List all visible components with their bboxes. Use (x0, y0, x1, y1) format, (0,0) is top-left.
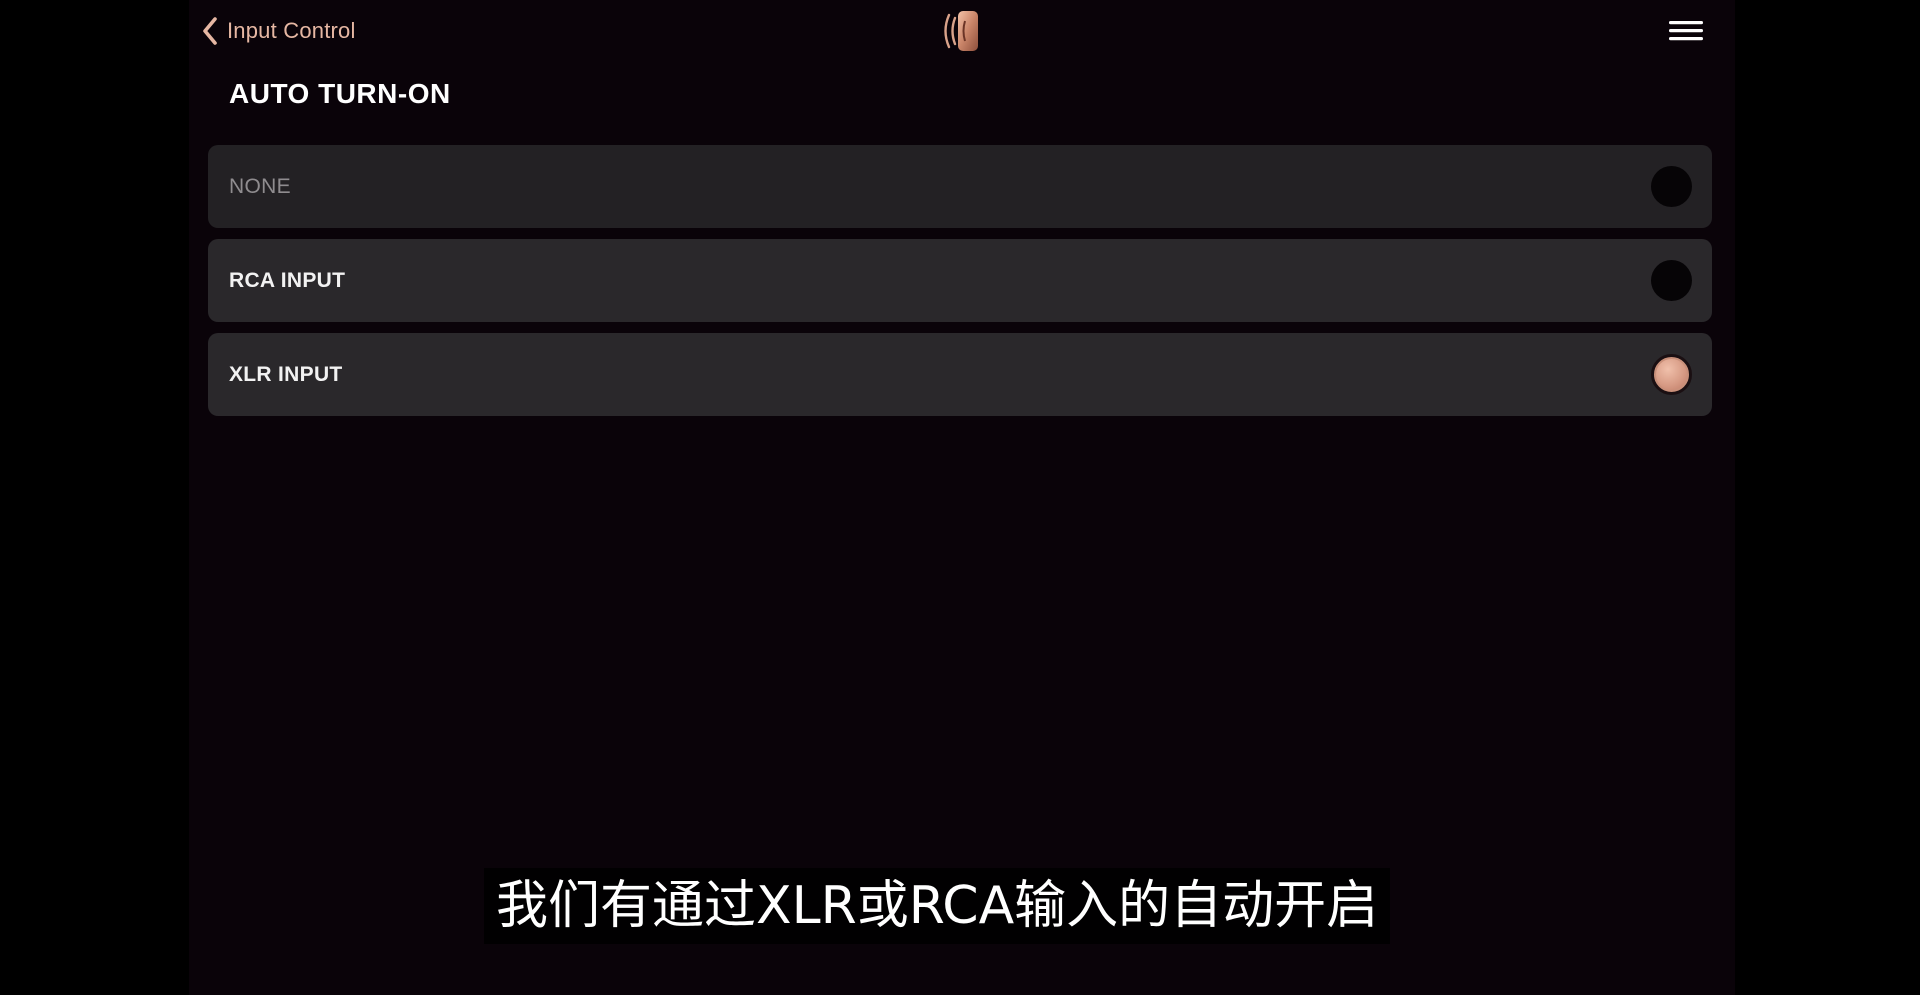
hamburger-menu-icon[interactable] (1669, 18, 1703, 44)
radio-button-unselected[interactable] (1651, 166, 1692, 207)
radio-button-unselected[interactable] (1651, 260, 1692, 301)
radio-button-selected[interactable] (1651, 354, 1692, 395)
option-label: NONE (229, 175, 291, 198)
top-navigation-bar: Input Control (189, 0, 1735, 62)
video-subtitle: 我们有通过XLR或RCA输入的自动开启 (484, 868, 1391, 944)
option-rca-input[interactable]: RCA INPUT (208, 239, 1712, 322)
back-button[interactable]: Input Control (201, 14, 356, 48)
brand-logo-icon (941, 9, 981, 53)
option-label: XLR INPUT (229, 363, 343, 386)
chevron-left-icon (201, 16, 219, 46)
option-label: RCA INPUT (229, 269, 346, 292)
page-title: AUTO TURN-ON (229, 78, 451, 109)
option-xlr-input[interactable]: XLR INPUT (208, 333, 1712, 416)
app-screen: Input Control AUTO TURN-ON NONE RCA INPU… (189, 0, 1735, 995)
option-none[interactable]: NONE (208, 145, 1712, 228)
auto-turn-on-options: NONE RCA INPUT XLR INPUT (208, 145, 1712, 427)
back-button-label: Input Control (227, 18, 356, 43)
